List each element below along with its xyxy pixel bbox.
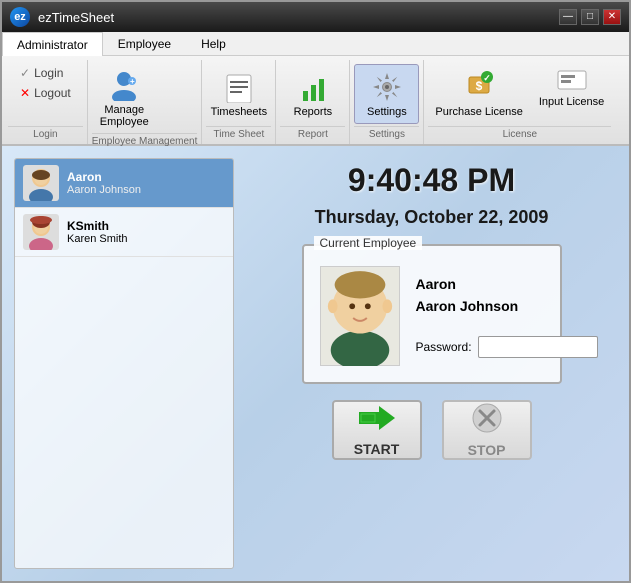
- login-section-label: Login: [8, 126, 83, 144]
- start-button[interactable]: START: [332, 400, 422, 460]
- settings-button[interactable]: Settings: [354, 64, 419, 124]
- logout-button[interactable]: ✕ Logout: [16, 84, 75, 102]
- title-bar-controls: — □ ✕: [559, 9, 621, 25]
- toolbar-login-section: ✓ Login ✕ Logout Login: [4, 60, 88, 144]
- license-label: License: [428, 126, 611, 144]
- current-employee-label: Current Employee: [314, 236, 423, 250]
- svg-text:$: $: [476, 79, 483, 93]
- start-icon: [359, 404, 395, 437]
- menu-tab-help[interactable]: Help: [186, 32, 241, 55]
- toolbar-settings-section: Settings Settings: [350, 60, 424, 144]
- svg-text:+: +: [130, 77, 135, 86]
- app-icon: ez: [10, 7, 30, 27]
- input-license-button[interactable]: Input License: [532, 64, 611, 114]
- stop-icon: [472, 403, 502, 438]
- current-employee-avatar: [320, 266, 400, 366]
- toolbar-timesheet-section: Timesheets Time Sheet: [202, 60, 276, 144]
- employee-username-ksmith: KSmith: [67, 219, 128, 233]
- toolbar: ✓ Login ✕ Logout Login: [2, 56, 629, 146]
- password-input[interactable]: [478, 336, 598, 358]
- clock-display: 9:40:48 PM: [348, 162, 515, 199]
- center-panel: 9:40:48 PM Thursday, October 22, 2009 Cu…: [234, 146, 629, 581]
- input-license-icon: [556, 69, 588, 94]
- settings-icon: [371, 71, 403, 103]
- menu-tab-employee[interactable]: Employee: [103, 32, 186, 55]
- window-title: ezTimeSheet: [38, 10, 114, 25]
- employee-username-aaron: Aaron: [67, 170, 141, 184]
- current-employee-firstname: Aaron: [416, 276, 598, 292]
- title-bar: ez ezTimeSheet — □ ✕: [2, 2, 629, 32]
- title-bar-left: ez ezTimeSheet: [10, 7, 114, 27]
- timesheets-icon: [223, 71, 255, 103]
- main-window: ez ezTimeSheet — □ ✕ Administrator Emplo…: [0, 0, 631, 583]
- svg-text:✓: ✓: [483, 73, 491, 83]
- password-label: Password:: [416, 340, 472, 354]
- minimize-button[interactable]: —: [559, 9, 577, 25]
- purchase-license-icon: $ ✓: [463, 69, 495, 104]
- start-label: START: [354, 441, 400, 457]
- avatar-aaron: [23, 165, 59, 201]
- maximize-button[interactable]: □: [581, 9, 599, 25]
- login-button[interactable]: ✓ Login: [16, 64, 75, 82]
- settings-label: Settings: [354, 126, 419, 144]
- menu-bar: Administrator Employee Help: [2, 32, 629, 56]
- reports-button[interactable]: Reports: [280, 64, 345, 124]
- main-content: Aaron Aaron Johnson KSmith Karen: [2, 146, 629, 581]
- employee-item-ksmith[interactable]: KSmith Karen Smith: [15, 208, 233, 257]
- timesheets-button[interactable]: Timesheets: [206, 64, 271, 124]
- manage-employee-icon: +: [108, 69, 140, 101]
- current-employee-box: Current Employee: [302, 244, 562, 384]
- password-row: Password:: [416, 336, 598, 358]
- employee-fullname-aaron: Aaron Johnson: [67, 184, 141, 196]
- purchase-license-button[interactable]: $ ✓ Purchase License: [428, 64, 529, 124]
- current-employee-lastname: Aaron Johnson: [416, 298, 598, 314]
- menu-tab-administrator[interactable]: Administrator: [2, 32, 103, 56]
- report-label: Report: [280, 126, 345, 144]
- timesheet-label: Time Sheet: [206, 126, 271, 144]
- action-buttons: START STOP: [332, 400, 532, 460]
- employee-list: Aaron Aaron Johnson KSmith Karen: [14, 158, 234, 569]
- date-display: Thursday, October 22, 2009: [315, 207, 549, 228]
- stop-label: STOP: [468, 442, 506, 458]
- toolbar-license-section: $ ✓ Purchase License: [424, 60, 615, 144]
- avatar-ksmith: [23, 214, 59, 250]
- employee-fullname-ksmith: Karen Smith: [67, 233, 128, 245]
- employee-item-aaron[interactable]: Aaron Aaron Johnson: [15, 159, 233, 208]
- toolbar-employee-section: + Manage Employee Employee Management: [88, 60, 203, 144]
- manage-employee-button[interactable]: + Manage Employee: [92, 64, 157, 133]
- close-button[interactable]: ✕: [603, 9, 621, 25]
- toolbar-reports-section: Reports Report: [276, 60, 350, 144]
- reports-icon: [297, 71, 329, 103]
- stop-button[interactable]: STOP: [442, 400, 532, 460]
